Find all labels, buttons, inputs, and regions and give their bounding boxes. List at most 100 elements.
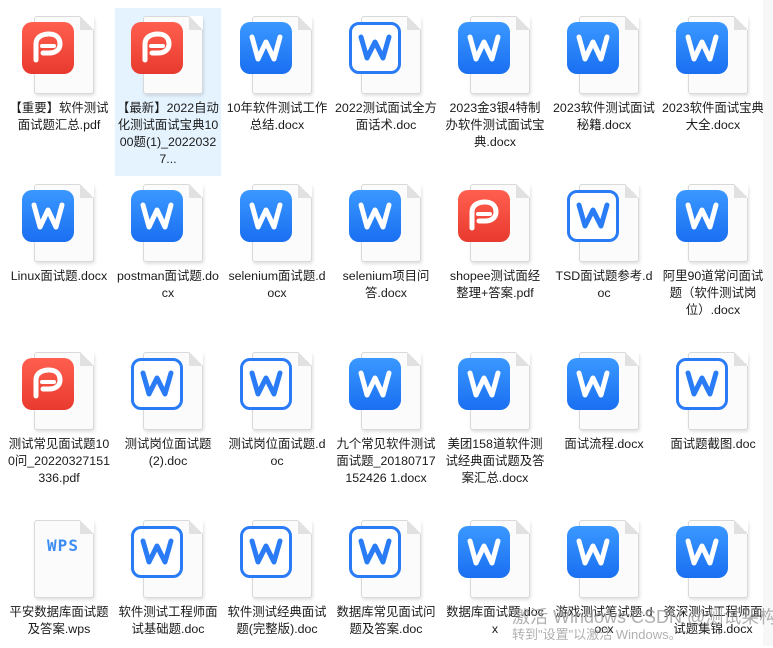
- file-name: 测试岗位面试题.doc: [228, 437, 326, 468]
- word-icon: [20, 176, 98, 266]
- word-logo-icon: [131, 190, 183, 242]
- file-item[interactable]: 2023金3银4特制办软件测试面试宝典.docx: [442, 8, 548, 176]
- file-item[interactable]: 【重要】软件测试面试题汇总.pdf: [6, 8, 112, 176]
- word-logo-icon: [349, 358, 401, 410]
- file-name: selenium项目问答.docx: [342, 269, 430, 300]
- file-item[interactable]: selenium项目问答.docx: [333, 176, 439, 344]
- file-item[interactable]: WPS 平安数据库面试题及答案.wps: [6, 512, 112, 636]
- file-item[interactable]: 测试岗位面试题(2).doc: [115, 344, 221, 512]
- file-item[interactable]: 数据库面试题.docx: [442, 512, 548, 636]
- scrollbar[interactable]: [763, 0, 773, 646]
- file-name: selenium面试题.docx: [228, 269, 326, 300]
- file-item[interactable]: 游戏测试笔试题.docx: [551, 512, 657, 636]
- word-logo-icon: [240, 526, 292, 578]
- file-item[interactable]: TSD面试题参考.doc: [551, 176, 657, 344]
- file-name: 2023金3银4特制办软件测试面试宝典.docx: [445, 101, 545, 149]
- file-name: 10年软件测试工作总结.docx: [226, 101, 328, 132]
- file-name: 【最新】2022自动化测试面试宝典1000题(1)_20220327...: [117, 101, 219, 166]
- word-icon: [456, 8, 534, 98]
- word-logo-icon: [458, 22, 510, 74]
- wps-logo-icon: WPS: [47, 536, 79, 555]
- file-name: 阿里90道常问面试题（软件测试岗位）.docx: [662, 269, 764, 317]
- file-name: 数据库常见面试问题及答案.doc: [336, 605, 436, 636]
- file-item[interactable]: 九个常见软件测试面试题_20180717152426 1.docx: [333, 344, 439, 512]
- word-icon: [238, 176, 316, 266]
- word-logo-icon: [458, 526, 510, 578]
- file-item[interactable]: 阿里90道常问面试题（软件测试岗位）.docx: [660, 176, 766, 344]
- word-icon: [129, 344, 207, 434]
- file-item[interactable]: 2023软件测试面试秘籍.docx: [551, 8, 657, 176]
- file-name: 2022测试面试全方面话术.doc: [335, 101, 437, 132]
- word-logo-icon: [349, 526, 401, 578]
- pdf-icon: [129, 8, 207, 98]
- file-item[interactable]: 【最新】2022自动化测试面试宝典1000题(1)_20220327...: [115, 8, 221, 176]
- file-item[interactable]: 10年软件测试工作总结.docx: [224, 8, 330, 176]
- file-name: 面试题截图.doc: [670, 437, 756, 451]
- file-item[interactable]: 2022测试面试全方面话术.doc: [333, 8, 439, 176]
- file-item[interactable]: 数据库常见面试问题及答案.doc: [333, 512, 439, 636]
- word-icon: [674, 344, 752, 434]
- file-name: 面试流程.docx: [564, 437, 644, 451]
- word-logo-icon: [676, 22, 728, 74]
- file-name: 平安数据库面试题及答案.wps: [9, 605, 109, 636]
- word-icon: [674, 512, 752, 602]
- word-icon: [129, 176, 207, 266]
- word-icon: [238, 8, 316, 98]
- word-logo-icon: [567, 22, 619, 74]
- word-icon: [565, 512, 643, 602]
- word-icon: [347, 8, 425, 98]
- pdf-logo-icon: [22, 22, 74, 74]
- file-item[interactable]: 资深测试工程师面试题集锦.docx: [660, 512, 766, 636]
- pdf-icon: [20, 8, 98, 98]
- file-item[interactable]: shopee测试面经整理+答案.pdf: [442, 176, 548, 344]
- word-icon: [674, 8, 752, 98]
- wps-icon: WPS: [20, 512, 98, 602]
- file-item[interactable]: selenium面试题.docx: [224, 176, 330, 344]
- word-icon: [456, 512, 534, 602]
- file-name: 测试岗位面试题(2).doc: [124, 437, 212, 468]
- word-logo-icon: [131, 526, 183, 578]
- word-logo-icon: [676, 358, 728, 410]
- file-item[interactable]: 测试常见面试题100问_20220327151336.pdf: [6, 344, 112, 512]
- file-name: 软件测试工程师面试基础题.doc: [118, 605, 218, 636]
- file-name: 美团158道软件测试经典面试题及答案汇总.docx: [445, 437, 545, 485]
- word-icon: [456, 344, 534, 434]
- file-name: 九个常见软件测试面试题_20180717152426 1.docx: [336, 437, 436, 485]
- file-name: 2023软件面试宝典大全.docx: [662, 101, 764, 132]
- file-item[interactable]: 美团158道软件测试经典面试题及答案汇总.docx: [442, 344, 548, 512]
- file-name: Linux面试题.docx: [10, 269, 108, 283]
- word-icon: [565, 8, 643, 98]
- file-grid: 【重要】软件测试面试题汇总.pdf 【最新】2022自动化测试面试宝典1000题(…: [0, 8, 764, 648]
- pdf-logo-icon: [131, 22, 183, 74]
- file-name: 资深测试工程师面试题集锦.docx: [663, 605, 763, 636]
- word-logo-icon: [131, 358, 183, 410]
- file-item[interactable]: 软件测试工程师面试基础题.doc: [115, 512, 221, 636]
- file-item[interactable]: 面试流程.docx: [551, 344, 657, 512]
- pdf-icon: [20, 344, 98, 434]
- file-name: 2023软件测试面试秘籍.docx: [553, 101, 655, 132]
- file-item[interactable]: postman面试题.docx: [115, 176, 221, 344]
- file-item[interactable]: 2023软件面试宝典大全.docx: [660, 8, 766, 176]
- word-icon: [129, 512, 207, 602]
- word-icon: [347, 512, 425, 602]
- word-logo-icon: [349, 22, 401, 74]
- word-icon: [565, 176, 643, 266]
- file-item[interactable]: Linux面试题.docx: [6, 176, 112, 344]
- word-logo-icon: [676, 526, 728, 578]
- file-item[interactable]: 软件测试经典面试题(完整版).doc: [224, 512, 330, 636]
- file-name: TSD面试题参考.doc: [555, 269, 653, 300]
- file-name: 【重要】软件测试面试题汇总.pdf: [9, 101, 109, 132]
- word-logo-icon: [240, 22, 292, 74]
- word-icon: [238, 512, 316, 602]
- file-name: 测试常见面试题100问_20220327151336.pdf: [8, 437, 110, 485]
- pdf-icon: [456, 176, 534, 266]
- word-icon: [674, 176, 752, 266]
- file-item[interactable]: 面试题截图.doc: [660, 344, 766, 512]
- file-name: shopee测试面经整理+答案.pdf: [449, 269, 541, 300]
- word-logo-icon: [676, 190, 728, 242]
- file-item[interactable]: 测试岗位面试题.doc: [224, 344, 330, 512]
- word-icon: [238, 344, 316, 434]
- file-name: 数据库面试题.docx: [446, 605, 544, 636]
- word-logo-icon: [349, 190, 401, 242]
- word-logo-icon: [567, 190, 619, 242]
